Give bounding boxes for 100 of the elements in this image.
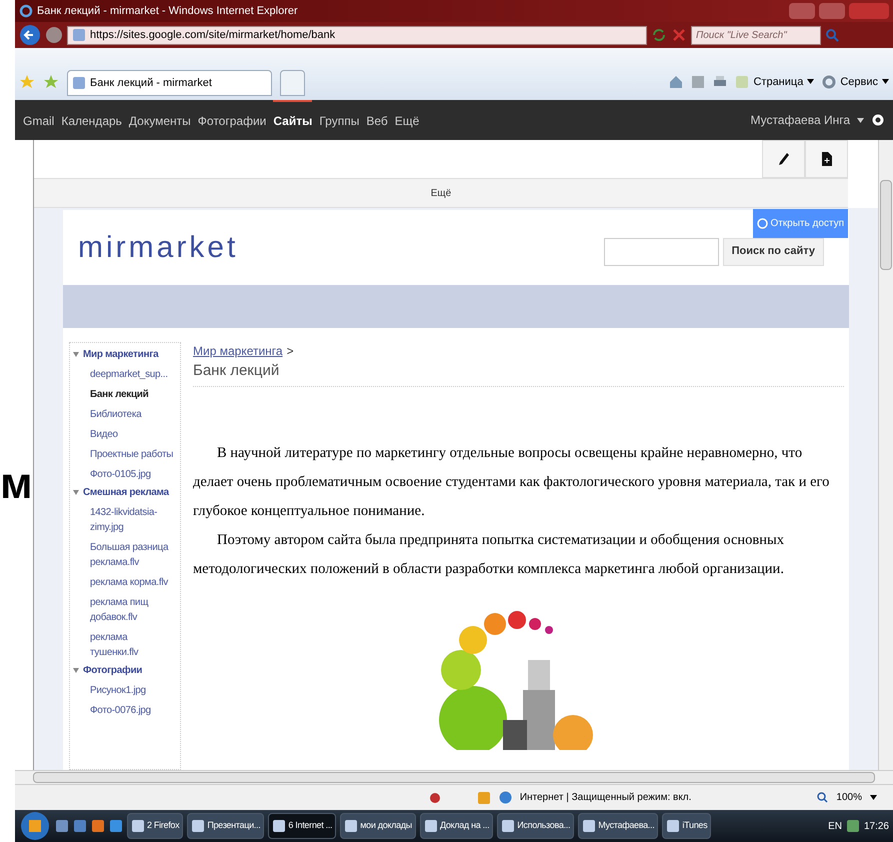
page-icon <box>72 76 86 90</box>
app-icon <box>424 819 438 833</box>
stop-icon[interactable] <box>671 27 687 43</box>
new-page-icon <box>822 152 832 166</box>
app-icon <box>131 819 145 833</box>
sidebar-item[interactable]: Проектные работы <box>70 444 180 464</box>
settings-icon[interactable] <box>871 113 885 127</box>
home-icon[interactable] <box>669 74 684 89</box>
taskbar-button[interactable]: Доклад на ... <box>420 813 494 839</box>
page-icon <box>72 28 86 42</box>
tools-menu-button[interactable]: Сервис <box>822 74 889 90</box>
sidebar-section[interactable]: Мир маркетинга <box>70 346 158 364</box>
sidebar-section[interactable]: Фотографии <box>70 662 142 680</box>
sidebar-item[interactable]: Большая разница реклама.flv <box>70 537 180 572</box>
app-icon <box>582 819 596 833</box>
body-paragraph: Поэтому автором сайта была предпринята попытка систематизации и обобщения основных методологических положений в области разработки комплекса маркетинга любой организации. <box>193 530 785 578</box>
google-bar-link[interactable]: Ещё <box>394 100 420 140</box>
feed-icon[interactable] <box>691 74 706 89</box>
tray-icon <box>846 819 860 833</box>
caret-icon <box>857 118 864 122</box>
sidebar-item[interactable]: реклама тушенки.flv <box>70 627 180 662</box>
google-bar-link[interactable]: Группы <box>319 100 360 140</box>
google-bar-link[interactable]: Документы <box>128 100 191 140</box>
app-icon <box>666 819 680 833</box>
zoom-icon <box>817 792 828 803</box>
breadcrumb-link[interactable]: Мир маркетинга <box>193 342 283 360</box>
start-button[interactable] <box>19 811 51 841</box>
show-desktop-icon <box>55 819 69 833</box>
horizontal-scrollbar[interactable] <box>15 770 893 785</box>
new-tab-button[interactable] <box>280 70 305 96</box>
taskbar-button[interactable]: 6 Internet ... <box>268 813 336 839</box>
google-bar-link[interactable]: Gmail <box>23 100 54 140</box>
sidebar-item[interactable]: Фото-0105.jpg <box>70 464 180 484</box>
edit-button[interactable] <box>762 140 805 178</box>
browser-tab[interactable]: Банк лекций - mirmarket <box>67 70 272 96</box>
search-icon[interactable] <box>825 28 839 42</box>
google-bar-link[interactable]: Веб <box>366 100 388 140</box>
sidebar-item[interactable]: 1432-likvidatsia-zimy.jpg <box>70 502 180 537</box>
search-field[interactable]: Поиск "Live Search" <box>691 26 821 44</box>
triangle-icon <box>73 352 79 358</box>
page-title: Банк лекций <box>193 361 280 381</box>
breadcrumb-separator: > <box>286 343 294 360</box>
app-icon <box>191 819 206 833</box>
sidebar-item[interactable]: Фото-0076.jpg <box>70 700 180 720</box>
app-icon <box>344 819 358 833</box>
caret-icon <box>807 79 814 84</box>
print-icon[interactable] <box>713 74 728 89</box>
sidebar-section[interactable]: Смешная реклама <box>70 484 169 502</box>
triangle-icon <box>73 668 79 674</box>
close-button[interactable] <box>849 3 889 19</box>
refresh-icon[interactable] <box>651 27 667 43</box>
security-zone: Интернет | Защищенный режим: вкл. <box>520 791 692 805</box>
taskbar-button[interactable]: мои доклады <box>340 813 416 839</box>
taskbar-button[interactable]: Использова... <box>497 813 574 839</box>
address-field[interactable]: https://sites.google.com/site/mirmarket/home/bank <box>67 26 647 44</box>
sidebar-item[interactable]: Библиотека <box>70 404 180 424</box>
caret-icon <box>882 79 889 84</box>
new-page-button[interactable] <box>805 140 848 178</box>
sidebar-item[interactable]: Рисунок1.jpg <box>70 680 180 700</box>
favorites-star-icon[interactable] <box>19 74 35 90</box>
google-bar-link[interactable]: Календарь <box>61 100 122 140</box>
globe-icon <box>498 791 512 804</box>
taskbar-button[interactable]: iTunes <box>662 813 712 839</box>
more-label[interactable]: Ещё <box>430 186 452 200</box>
site-logo[interactable]: mirmarket <box>78 225 238 270</box>
window-title: Банк лекций - mirmarket - Windows Internet Explorer <box>37 4 298 19</box>
sidebar-item[interactable]: Банк лекций <box>70 384 180 404</box>
back-icon[interactable] <box>19 24 41 46</box>
maximize-button[interactable] <box>819 3 845 19</box>
minimize-button[interactable] <box>789 3 815 19</box>
language-indicator[interactable]: EN <box>828 818 842 834</box>
app-icon <box>272 819 286 833</box>
add-favorite-icon[interactable] <box>43 74 59 90</box>
firefox-icon <box>91 819 105 833</box>
zoom-level[interactable]: 100% <box>836 790 862 805</box>
user-name[interactable]: Мустафаева Инга <box>750 111 850 129</box>
google-bar-link[interactable]: Сайты <box>273 100 312 140</box>
browser-icon <box>19 4 33 18</box>
gear-icon <box>822 74 836 89</box>
vertical-scrollbar[interactable] <box>878 140 893 770</box>
triangle-icon <box>73 490 79 496</box>
google-bar-link[interactable]: Фотографии <box>198 100 266 140</box>
taskbar-button[interactable]: Мустафаева... <box>578 813 658 839</box>
sidebar-item[interactable]: Видео <box>70 424 180 444</box>
security-icon <box>476 790 491 804</box>
site-search-field[interactable] <box>604 238 719 266</box>
forward-icon[interactable] <box>45 26 63 44</box>
page-menu-button[interactable]: Страница <box>735 74 814 90</box>
site-search-button[interactable]: Поиск по сайту <box>722 238 824 266</box>
sidebar-item[interactable]: deepmarket_sup... <box>70 364 180 384</box>
taskbar-button[interactable]: Презентаци... <box>187 813 264 839</box>
taskbar-button[interactable]: 2 Firefox <box>127 813 184 839</box>
sidebar-item[interactable]: реклама пищ добавок.flv <box>70 592 180 627</box>
caret-icon <box>870 795 877 800</box>
app-icon <box>501 819 516 833</box>
pencil-icon <box>778 152 790 166</box>
browser-icon <box>109 819 123 833</box>
clock[interactable]: 17:26 <box>864 818 889 834</box>
globe-icon <box>757 218 768 229</box>
sidebar-item[interactable]: реклама корма.flv <box>70 572 180 592</box>
